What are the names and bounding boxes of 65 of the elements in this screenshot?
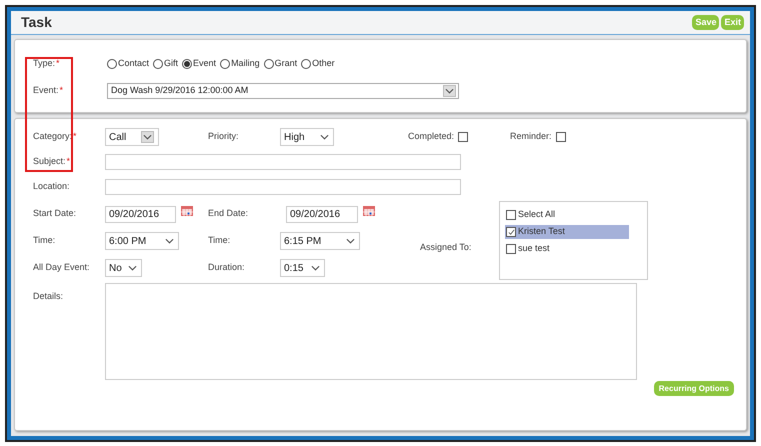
assigned-to-list[interactable]: Select All Kristen Test sue test (499, 201, 648, 280)
radio-button[interactable] (153, 59, 164, 69)
dropdown-button[interactable] (443, 85, 456, 97)
field-label: Completed: (408, 130, 454, 144)
calendar-icon[interactable] (181, 206, 193, 216)
date-field[interactable]: 09/20/2016 (286, 206, 358, 222)
radio-label[interactable]: Grant (274, 57, 298, 71)
required-mark: * (60, 84, 64, 98)
field-label: All Day Event: (33, 261, 90, 274)
field-label: Location: (33, 180, 70, 194)
radio-label[interactable]: Other (312, 57, 335, 71)
field-label: End Date: (208, 207, 248, 220)
field-label: Time: (33, 234, 56, 248)
all-day-select[interactable]: No (105, 259, 142, 277)
location-field[interactable] (105, 179, 461, 195)
checkbox[interactable] (506, 210, 516, 220)
dropdown-button[interactable] (141, 131, 154, 143)
checkbox[interactable] (556, 132, 566, 142)
radio-button[interactable] (264, 59, 274, 69)
radio-button[interactable] (182, 59, 192, 69)
radio-label[interactable]: Contact (118, 57, 150, 71)
radio-button[interactable] (107, 59, 117, 69)
time-select[interactable]: 6:00 PM (105, 232, 179, 250)
checkbox[interactable] (506, 244, 516, 254)
radio-button[interactable] (301, 59, 312, 69)
event-select[interactable]: Dog Wash 9/29/2016 12:00:00 AM (107, 83, 459, 99)
radio-label[interactable]: Gift (164, 57, 178, 71)
caret-icon (445, 88, 454, 94)
caret-icon (128, 265, 137, 271)
field-label: Priority: (208, 130, 239, 144)
field-label: Details: (33, 291, 64, 301)
subject-field[interactable] (105, 154, 461, 170)
checkbox[interactable] (506, 227, 516, 237)
caret-icon (165, 238, 174, 244)
field-label: Event: (33, 84, 59, 98)
priority-select[interactable]: High (280, 128, 334, 146)
list-item-label[interactable]: Select All (518, 208, 556, 222)
field-label: Time: (208, 234, 230, 248)
radio-button[interactable] (220, 59, 230, 69)
field-label: Subject: (33, 155, 66, 168)
details-field[interactable] (105, 283, 637, 380)
field-label: Assigned To: (420, 242, 472, 252)
calendar-icon[interactable] (363, 206, 375, 216)
required-mark: * (66, 155, 70, 168)
selected-list-item[interactable]: Kristen Test (505, 225, 629, 239)
date-field[interactable]: 09/20/2016 (105, 206, 176, 222)
checkbox[interactable] (458, 132, 468, 142)
field-label: Category: (33, 130, 72, 144)
field-label: Type: (33, 57, 56, 70)
radio-label[interactable]: Event (193, 57, 216, 71)
field-label: Start Date: (33, 207, 76, 220)
field-label: Reminder: (510, 130, 552, 144)
required-mark: * (73, 130, 77, 144)
caret-icon (143, 134, 152, 140)
required-mark: * (56, 57, 60, 70)
category-select[interactable]: Call (105, 128, 159, 146)
window-title: Task (21, 13, 52, 32)
field-label: Duration: (208, 261, 245, 274)
list-item-label[interactable]: sue test (518, 242, 550, 256)
caret-icon (346, 238, 355, 244)
radio-label[interactable]: Mailing (231, 57, 260, 71)
caret-icon (320, 134, 329, 140)
time-select[interactable]: 6:15 PM (280, 232, 360, 250)
duration-select[interactable]: 0:15 (280, 259, 325, 277)
caret-icon (311, 265, 320, 271)
